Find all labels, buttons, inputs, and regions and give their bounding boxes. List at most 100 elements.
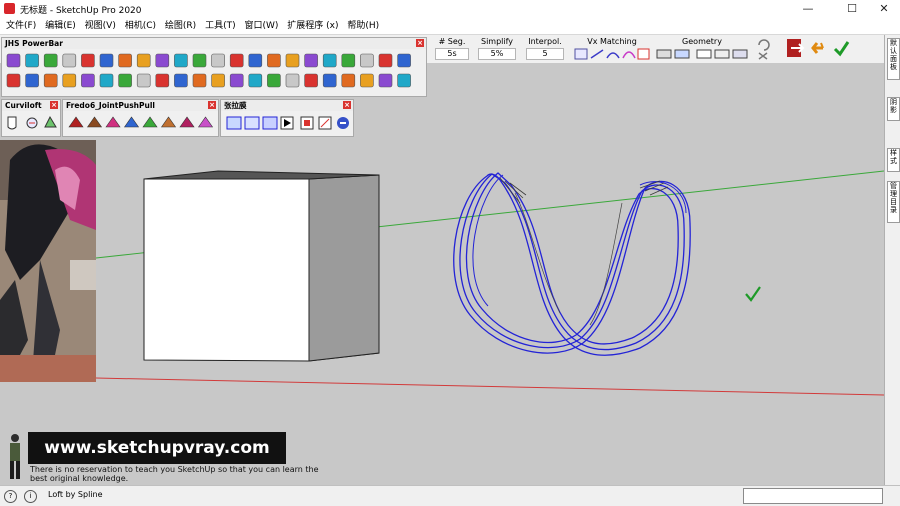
fredo-close-icon[interactable]: × [208, 101, 216, 109]
powerbar-tool-icon[interactable] [192, 73, 207, 88]
tab-shadows[interactable]: 阴影 [887, 97, 900, 121]
powerbar-tool-icon[interactable] [378, 53, 393, 68]
tab-manage-catalog[interactable]: 管理目录 [887, 181, 900, 223]
jhs-close-icon[interactable]: × [416, 39, 424, 47]
powerbar-tool-icon[interactable] [267, 53, 281, 68]
powerbar-tool-icon[interactable] [43, 53, 58, 68]
joint-pushpull-tool-icon[interactable] [142, 116, 158, 128]
skinning-icon[interactable] [26, 117, 38, 129]
powerbar-tool-icon[interactable] [81, 53, 95, 68]
powerbar-tool-icon[interactable] [174, 53, 188, 68]
exit-tool-icon[interactable] [787, 39, 805, 57]
powerbar-tool-icon[interactable] [118, 73, 132, 88]
membrane-info-icon[interactable] [337, 117, 349, 129]
powerbar-tool-icon[interactable] [322, 73, 337, 88]
fredo-icon-row[interactable] [63, 113, 218, 135]
play-icon[interactable] [280, 116, 294, 130]
loft-spline-surface[interactable] [453, 172, 691, 356]
powerbar-tool-icon[interactable] [62, 73, 77, 88]
simplify-input[interactable]: 5% [478, 48, 516, 60]
powerbar-tool-icon[interactable] [304, 53, 318, 68]
powerbar-tool-icon[interactable] [229, 73, 244, 88]
powerbar-tool-icon[interactable] [341, 53, 356, 68]
powerbar-tool-icon[interactable] [341, 73, 356, 88]
powerbar-tool-icon[interactable] [285, 73, 300, 88]
menu-draw[interactable]: 绘图(R) [162, 18, 199, 34]
menu-tools[interactable]: 工具(T) [202, 18, 239, 34]
help-status-icon[interactable]: ? [4, 490, 17, 503]
powerbar-tool-icon[interactable] [248, 53, 263, 68]
powerbar-tool-icon[interactable] [378, 73, 393, 88]
joint-pushpull-tool-icon[interactable] [105, 116, 121, 128]
membrane-xy-icon[interactable] [244, 116, 260, 130]
membrane-settings-icon[interactable] [318, 116, 332, 130]
menu-camera[interactable]: 相机(C) [122, 18, 159, 34]
close-button[interactable]: ✕ [866, 0, 900, 18]
seg-input[interactable]: 5s [435, 48, 469, 60]
powerbar-tool-icon[interactable] [397, 73, 411, 88]
undo-icon[interactable] [758, 39, 770, 51]
joint-pushpull-tool-icon[interactable] [123, 116, 140, 128]
powerbar-tool-icon[interactable] [360, 53, 374, 68]
powerbar-tool-icon[interactable] [322, 53, 337, 68]
jhs-icon-grid[interactable] [2, 50, 426, 96]
jhs-powerbar-title[interactable]: JHS PowerBar × [2, 38, 426, 49]
powerbar-tool-icon[interactable] [304, 73, 318, 88]
joint-pushpull-tool-icon[interactable] [160, 116, 177, 128]
joint-pushpull-tool-icon[interactable] [86, 116, 103, 128]
powerbar-tool-icon[interactable] [248, 73, 263, 88]
powerbar-tool-icon[interactable] [43, 73, 58, 88]
powerbar-tool-icon[interactable] [155, 53, 170, 68]
curviloft-title[interactable]: Curviloft × [2, 100, 60, 111]
powerbar-tool-icon[interactable] [6, 53, 21, 68]
cancel-small-icon[interactable] [758, 52, 768, 60]
menu-view[interactable]: 视图(V) [82, 18, 119, 34]
joint-pushpull-tool-icon[interactable] [179, 116, 195, 128]
powerbar-tool-icon[interactable] [211, 53, 225, 68]
membrane-grid-icon[interactable] [226, 116, 242, 130]
powerbar-tool-icon[interactable] [229, 53, 244, 68]
powerbar-tool-icon[interactable] [155, 73, 170, 88]
powerbar-tool-icon[interactable] [136, 53, 151, 68]
powerbar-tool-icon[interactable] [136, 73, 151, 88]
powerbar-tool-icon[interactable] [99, 53, 114, 68]
fredo-title[interactable]: Fredo6_JointPushPull × [63, 100, 218, 111]
powerbar-tool-icon[interactable] [118, 53, 132, 68]
powerbar-tool-icon[interactable] [397, 53, 411, 68]
vx-matching-icons[interactable] [573, 48, 651, 60]
menu-edit[interactable]: 编辑(E) [42, 18, 79, 34]
joint-pushpull-tool-icon[interactable] [68, 116, 84, 128]
confirm-check-icon[interactable] [833, 41, 850, 57]
minimize-button[interactable]: — [790, 0, 826, 18]
loft-along-path-icon[interactable] [44, 115, 57, 128]
tab-default-tray[interactable]: 默认面板 [887, 38, 900, 80]
powerbar-tool-icon[interactable] [285, 53, 300, 68]
curviloft-close-icon[interactable]: × [50, 101, 58, 109]
powerbar-tool-icon[interactable] [6, 73, 21, 88]
menu-help[interactable]: 帮助(H) [344, 18, 382, 34]
measurements-input[interactable] [743, 488, 883, 504]
tension-membrane-title[interactable]: 张拉膜 × [221, 100, 353, 111]
menu-window[interactable]: 窗口(W) [241, 18, 281, 34]
powerbar-tool-icon[interactable] [360, 73, 374, 88]
tension-membrane-close-icon[interactable]: × [343, 101, 351, 109]
stop-icon[interactable] [300, 116, 314, 130]
interpol-input[interactable]: 5 [526, 48, 564, 60]
info-status-icon[interactable]: i [24, 490, 37, 503]
powerbar-tool-icon[interactable] [192, 53, 207, 68]
loft-by-spline-icon[interactable] [7, 116, 17, 130]
tab-styles[interactable]: 样式 [887, 148, 900, 172]
powerbar-tool-icon[interactable] [211, 73, 225, 88]
powerbar-tool-icon[interactable] [174, 73, 188, 88]
powerbar-tool-icon[interactable] [25, 73, 39, 88]
back-arrow-icon[interactable] [811, 42, 824, 54]
menu-extensions[interactable]: 扩展程序 (x) [284, 18, 341, 34]
maximize-button[interactable]: ☐ [834, 0, 870, 18]
powerbar-tool-icon[interactable] [81, 73, 95, 88]
menu-file[interactable]: 文件(F) [3, 18, 39, 34]
powerbar-tool-icon[interactable] [62, 53, 77, 68]
box-model[interactable] [143, 170, 380, 362]
joint-pushpull-tool-icon[interactable] [197, 116, 214, 128]
membrane-run-icon[interactable] [262, 116, 278, 130]
powerbar-tool-icon[interactable] [99, 73, 114, 88]
